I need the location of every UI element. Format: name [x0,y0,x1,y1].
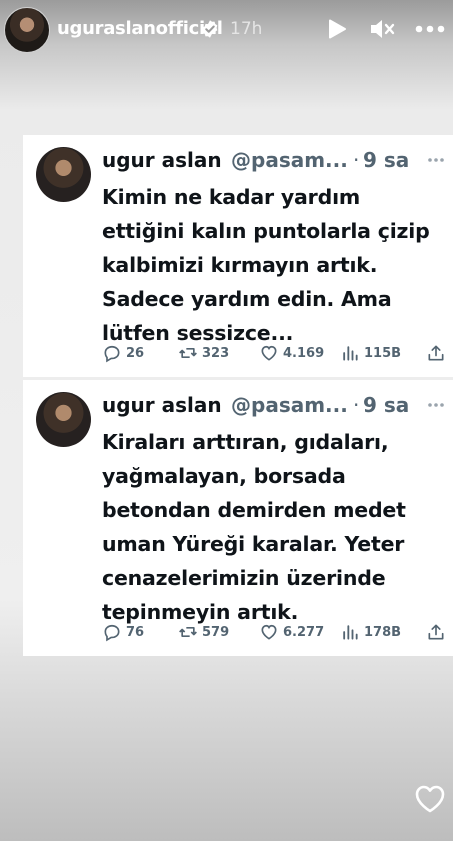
like-button[interactable]: 6.277 [259,621,324,643]
reply-button[interactable]: 76 [102,621,144,643]
retweet-button[interactable]: 323 [178,342,229,364]
tweet-line: ettiğini kalın puntolarla çizip [102,219,430,243]
views-count: 115B [364,345,402,361]
views-button[interactable]: 115B [340,342,401,364]
story-avatar[interactable] [4,7,50,53]
author-handle[interactable]: @pasam... [231,148,348,172]
tweet-actions: 26 323 4.169 115B [102,342,447,364]
tweet-line: kalbimizi kırmayın artık. [102,253,378,277]
like-button[interactable]: 4.169 [259,342,324,364]
author-name[interactable]: ugur aslan [102,393,222,417]
tweet-actions: 76 579 6.277 178B [102,621,447,643]
tweet-line: yağmalayan, borsada [102,464,346,488]
heart-outline-icon [261,345,277,361]
views-button[interactable]: 178B [340,621,401,643]
tweet-line: cenazelerimizin üzerinde [102,566,386,590]
tweet-line: uman Yüreği karalar. Yeter [102,532,405,556]
tweet-card[interactable]: ugur aslan @pasam... · 9 sa Kimin ne kad… [23,135,453,377]
avatar[interactable] [36,392,91,447]
tweet-more-icon[interactable] [427,157,445,163]
verified-badge-icon [202,20,218,38]
views-count: 178B [364,624,402,640]
views-icon [343,625,358,640]
play-icon[interactable] [326,18,348,40]
tweet-time[interactable]: 9 sa [363,393,409,417]
reply-count: 26 [126,345,145,361]
retweet-button[interactable]: 579 [178,621,229,643]
share-button[interactable] [426,621,446,643]
like-count: 6.277 [283,624,325,640]
share-button[interactable] [426,342,446,364]
more-icon[interactable] [415,24,445,34]
reply-count: 76 [126,624,145,640]
share-icon [428,624,444,640]
reply-button[interactable]: 26 [102,342,144,364]
reply-icon [104,345,120,363]
tweet-card[interactable]: ugur aslan @pasam... · 9 sa Kiraları art… [23,380,453,656]
views-icon [343,346,358,361]
separator-dot: · [353,393,360,417]
tweet-line: betondan demirden medet [102,498,406,522]
like-count: 4.169 [283,345,325,361]
heart-outline-icon [261,624,277,640]
tweet-line: Sadece yardım edin. Ama [102,287,392,311]
retweet-icon [179,348,197,358]
tweet-text: Kimin ne kadar yardım ettiğini kalın pun… [102,180,447,350]
tweet-line: Kimin ne kadar yardım [102,185,361,209]
tweet-text: Kiraları arttıran, gıdaları, yağmalayan,… [102,425,447,629]
retweet-count: 579 [202,624,230,640]
avatar[interactable] [36,147,91,202]
tweet-more-icon[interactable] [427,402,445,408]
share-icon [428,345,444,361]
retweet-count: 323 [202,345,230,361]
story-header: uguraslanofficial 17h [0,0,453,60]
reply-icon [104,624,120,642]
tweet-time[interactable]: 9 sa [363,148,409,172]
retweet-icon [179,627,197,637]
separator-dot: · [353,148,360,172]
author-name[interactable]: ugur aslan [102,148,222,172]
author-handle[interactable]: @pasam... [231,393,348,417]
heart-icon[interactable] [414,784,446,814]
story-username[interactable]: uguraslanofficial [57,18,223,39]
mute-icon[interactable] [369,17,395,41]
tweet-line: Kiraları arttıran, gıdaları, [102,430,389,454]
story-time: 17h [230,19,263,39]
